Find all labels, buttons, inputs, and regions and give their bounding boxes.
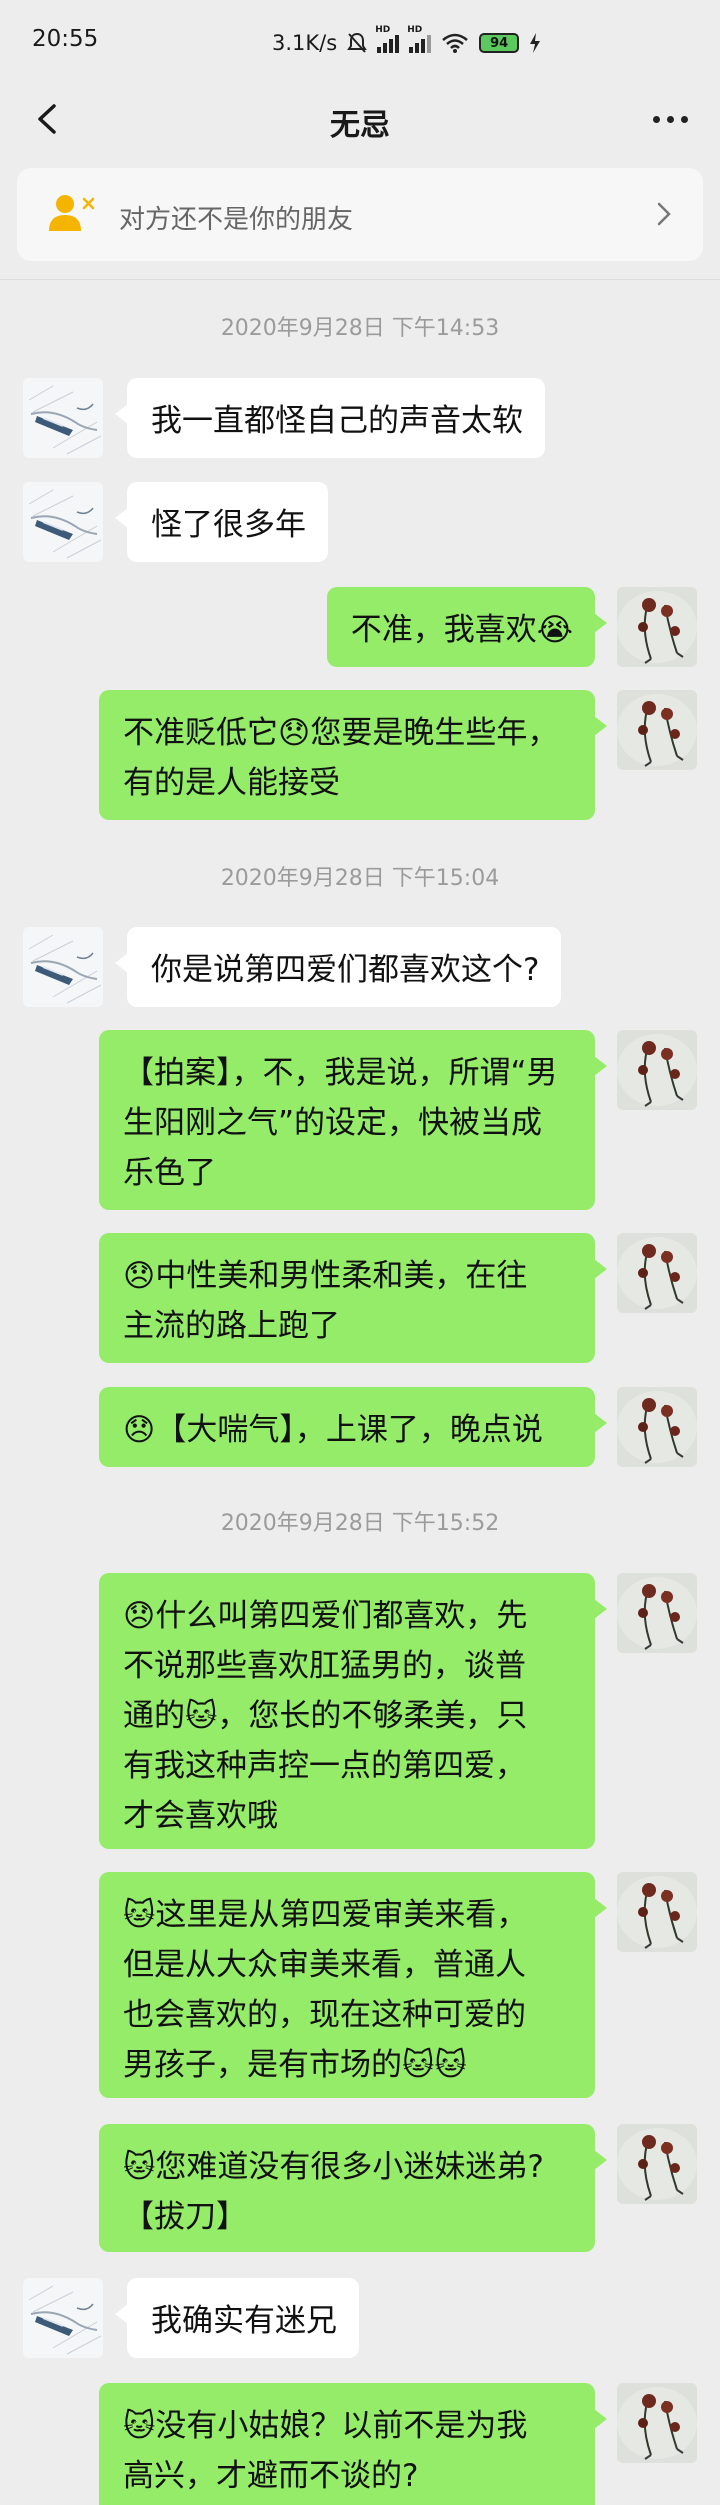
message-received[interactable]: 我一直都怪自己的声音太软: [115, 378, 545, 458]
signal-icon-1: HD: [375, 25, 400, 53]
divider: [0, 279, 720, 280]
message-received[interactable]: 我确实有迷兄: [115, 2278, 359, 2358]
timestamp: 2020年9月28日 下午15:52: [220, 1511, 500, 1536]
avatar-contact[interactable]: [23, 2278, 103, 2358]
network-speed: 3.1K/s: [272, 31, 338, 55]
message-text: 😞中性美和男性柔和美，在往 主流的路上跑了: [123, 1258, 528, 1344]
avatar-self[interactable]: [617, 1233, 697, 1313]
message-text: 不准贬低它😞您要是晚生些年， 有的是人能接受: [123, 715, 559, 801]
message-text: 🐱没有小姑娘？以前不是为我 高兴，才避而不谈的?: [123, 2408, 528, 2494]
message-sent[interactable]: 🐱您难道没有很多小迷妹迷弟? 【拔刀】: [99, 2124, 607, 2252]
title-bar: 无忌: [0, 84, 720, 154]
avatar-self[interactable]: [617, 2383, 697, 2463]
signal-label-2: HD: [407, 25, 423, 35]
avatar-self[interactable]: [617, 1387, 697, 1467]
message-sent[interactable]: 🐱这里是从第四爱审美来看， 但是从大众审美来看，普通人 也会喜欢的，现在这种可爱…: [99, 1872, 607, 2098]
avatar-contact[interactable]: [23, 482, 103, 562]
signal-icon-2: HD: [407, 25, 432, 53]
message-text: 【拍案】，不，我是说，所谓“男 生阳刚之气”的设定，快被当成 乐色了: [123, 1055, 558, 1191]
message-text: 😞什么叫第四爱们都喜欢，先 不说那些喜欢肛猛男的，谈普 通的🐱，您长的不够柔美，…: [123, 1598, 528, 1834]
signal-label-1: HD: [375, 25, 391, 35]
message-text: 🐱您难道没有很多小迷妹迷弟? 【拔刀】: [123, 2149, 544, 2235]
message-text: 我一直都怪自己的声音太软: [151, 403, 523, 439]
wifi-icon: [442, 33, 468, 53]
add-friend-icon: [49, 195, 95, 231]
message-sent[interactable]: 不准，我喜欢😭: [326, 587, 608, 667]
not-friend-banner[interactable]: 对方还不是你的朋友: [17, 168, 703, 261]
chat-title: 无忌: [330, 108, 390, 143]
message-sent[interactable]: 😞什么叫第四爱们都喜欢，先 不说那些喜欢肛猛男的，谈普 通的🐱，您长的不够柔美，…: [99, 1573, 607, 1849]
message-sent[interactable]: 不准贬低它😞您要是晚生些年， 有的是人能接受: [99, 690, 607, 820]
more-dots-icon: [652, 115, 660, 123]
timestamp: 2020年9月28日 下午15:04: [220, 866, 500, 891]
message-sent[interactable]: 🐱没有小姑娘？以前不是为我 高兴，才避而不谈的?: [99, 2383, 607, 2505]
avatar-contact[interactable]: [23, 927, 103, 1007]
message-text: 我确实有迷兄: [151, 2303, 337, 2339]
avatar-self[interactable]: [617, 587, 697, 667]
message-text: 🐱这里是从第四爱审美来看， 但是从大众审美来看，普通人 也会喜欢的，现在这种可爱…: [123, 1897, 528, 2083]
message-text: 😞【大喘气】，上课了，晚点说: [123, 1412, 543, 1448]
avatar-self[interactable]: [617, 690, 697, 770]
status-icons: 3.1K/s HD HD 94: [272, 25, 541, 60]
chevron-right-icon: [657, 202, 671, 226]
message-received[interactable]: 你是说第四爱们都喜欢这个?: [114, 927, 562, 1007]
mute-icon: [347, 32, 368, 53]
message-sent[interactable]: 😞【大喘气】，上课了，晚点说: [99, 1387, 607, 1467]
message-text: 不准，我喜欢😭: [350, 612, 573, 648]
message-sent[interactable]: 😞中性美和男性柔和美，在往 主流的路上跑了: [99, 1233, 607, 1363]
avatar-self[interactable]: [617, 1030, 697, 1110]
message-text: 你是说第四爱们都喜欢这个?: [151, 952, 540, 988]
battery-icon: 94: [479, 33, 520, 53]
timestamp: 2020年9月28日 下午14:53: [220, 316, 500, 341]
avatar-contact[interactable]: [23, 378, 103, 458]
avatar-self[interactable]: [617, 2124, 697, 2204]
message-text: 怪了很多年: [151, 507, 306, 543]
banner-text: 对方还不是你的朋友: [119, 205, 354, 235]
avatar-self[interactable]: [617, 1872, 697, 1952]
avatar-self[interactable]: [617, 1573, 697, 1653]
charging-icon: [530, 33, 541, 53]
message-sent[interactable]: 【拍案】，不，我是说，所谓“男 生阳刚之气”的设定，快被当成 乐色了: [99, 1030, 607, 1210]
more-button[interactable]: [640, 92, 700, 146]
status-bar: 20:55 3.1K/s HD HD 94: [0, 0, 720, 84]
status-time: 20:55: [32, 26, 99, 52]
message-received[interactable]: 怪了很多年: [115, 482, 328, 562]
